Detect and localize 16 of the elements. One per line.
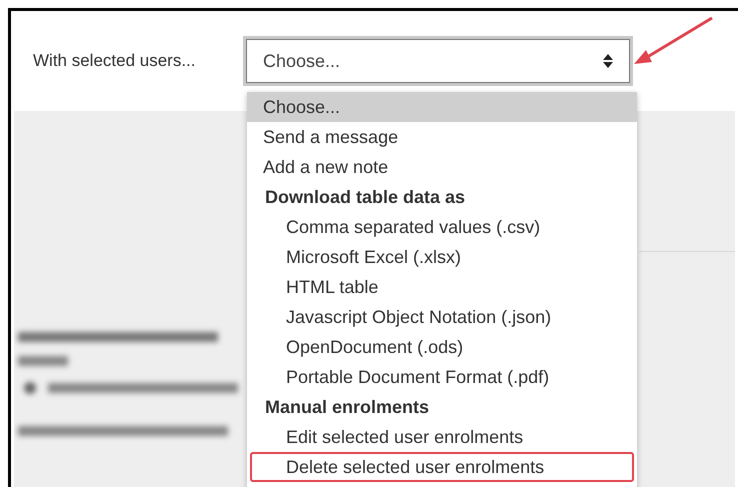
dropdown-option[interactable]: Javascript Object Notation (.json) (247, 302, 637, 332)
dropdown-option[interactable]: Portable Document Format (.pdf) (247, 362, 637, 392)
sort-caret-icon (603, 54, 613, 68)
dropdown-option[interactable]: Comma separated values (.csv) (247, 212, 637, 242)
dropdown-option[interactable]: Choose... (247, 92, 637, 122)
dropdown-option[interactable]: Send a message (247, 122, 637, 152)
dropdown-option[interactable]: Add a new note (247, 152, 637, 182)
option-group-heading: Download table data as (264, 186, 466, 209)
select-field[interactable]: Choose... (243, 36, 633, 86)
dropdown-option[interactable]: HTML table (247, 272, 637, 302)
field-label: With selected users... (33, 50, 197, 72)
option-group-heading: Manual enrolments (264, 396, 430, 419)
dropdown-option[interactable]: OpenDocument (.ods) (247, 332, 637, 362)
dropdown-option[interactable]: Microsoft Excel (.xlsx) (247, 242, 637, 272)
dropdown-option[interactable]: Edit selected user enrolments (247, 422, 637, 452)
dropdown-option[interactable]: Delete selected user enrolments (250, 452, 634, 482)
